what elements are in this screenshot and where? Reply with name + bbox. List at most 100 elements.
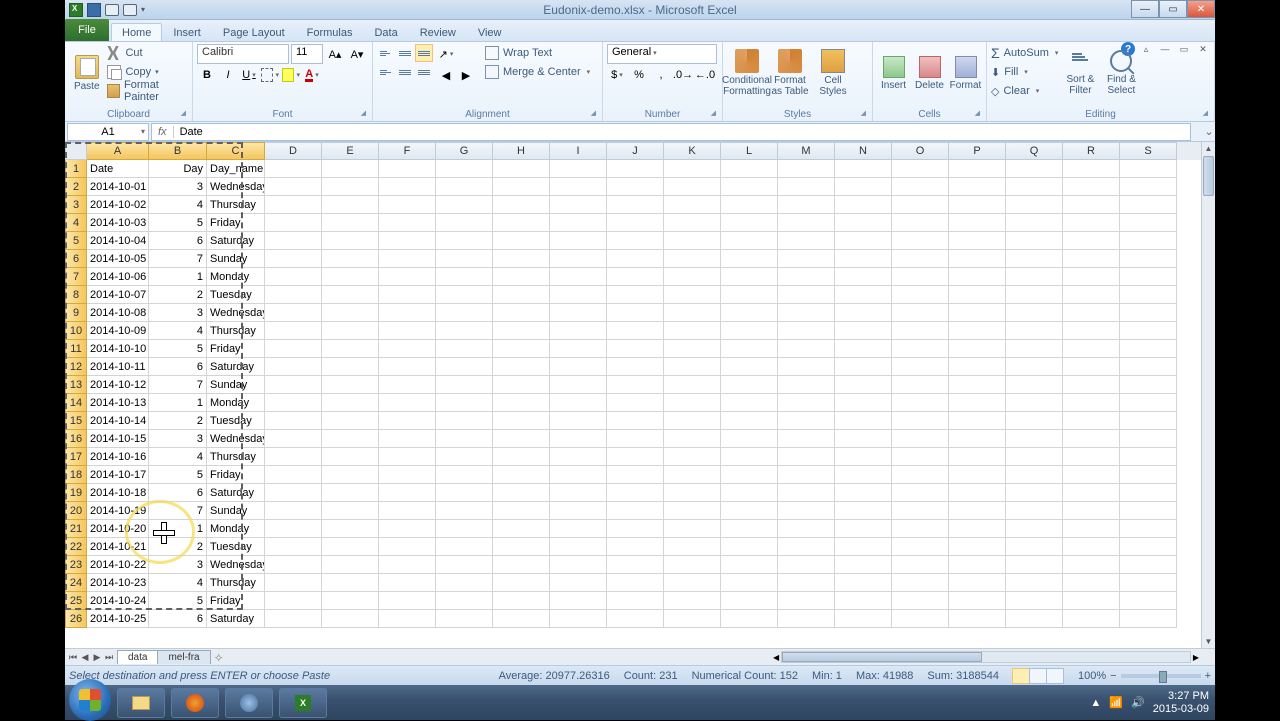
cell-I10[interactable] (550, 322, 607, 340)
cell-K20[interactable] (664, 502, 721, 520)
cell-R11[interactable] (1063, 340, 1120, 358)
cell-G20[interactable] (436, 502, 493, 520)
clear-button[interactable]: ◇Clear (991, 82, 1058, 100)
cell-D21[interactable] (265, 520, 322, 538)
cell-G23[interactable] (436, 556, 493, 574)
cell-D13[interactable] (265, 376, 322, 394)
cell-M14[interactable] (778, 394, 835, 412)
cell-A13[interactable]: 2014-10-12 (87, 376, 149, 394)
row-header-23[interactable]: 23 (65, 556, 87, 574)
cell-Q26[interactable] (1006, 610, 1063, 628)
cell-L21[interactable] (721, 520, 778, 538)
cell-M22[interactable] (778, 538, 835, 556)
cell-K1[interactable] (664, 160, 721, 178)
cell-O9[interactable] (892, 304, 949, 322)
cell-C24[interactable]: Thursday (207, 574, 265, 592)
maximize-button[interactable]: ▭ (1159, 0, 1187, 18)
cell-K26[interactable] (664, 610, 721, 628)
cell-H4[interactable] (493, 214, 550, 232)
cell-N15[interactable] (835, 412, 892, 430)
cell-P23[interactable] (949, 556, 1006, 574)
cell-P17[interactable] (949, 448, 1006, 466)
column-header-R[interactable]: R (1063, 142, 1120, 160)
cell-S26[interactable] (1120, 610, 1177, 628)
row-header-4[interactable]: 4 (65, 214, 87, 232)
cell-Q19[interactable] (1006, 484, 1063, 502)
cell-H25[interactable] (493, 592, 550, 610)
cell-G21[interactable] (436, 520, 493, 538)
align-top-left[interactable] (377, 44, 395, 62)
name-box[interactable]: A1 (67, 123, 149, 141)
cell-J21[interactable] (607, 520, 664, 538)
cell-N5[interactable] (835, 232, 892, 250)
cell-K2[interactable] (664, 178, 721, 196)
cell-R16[interactable] (1063, 430, 1120, 448)
cell-B17[interactable]: 4 (149, 448, 207, 466)
cell-L25[interactable] (721, 592, 778, 610)
cell-J20[interactable] (607, 502, 664, 520)
cell-G25[interactable] (436, 592, 493, 610)
cell-O10[interactable] (892, 322, 949, 340)
cell-S20[interactable] (1120, 502, 1177, 520)
cell-S25[interactable] (1120, 592, 1177, 610)
cell-B25[interactable]: 5 (149, 592, 207, 610)
cell-G18[interactable] (436, 466, 493, 484)
cell-E8[interactable] (322, 286, 379, 304)
align-top-right[interactable] (415, 44, 433, 62)
cell-S16[interactable] (1120, 430, 1177, 448)
cell-I16[interactable] (550, 430, 607, 448)
cell-E7[interactable] (322, 268, 379, 286)
cell-P7[interactable] (949, 268, 1006, 286)
cell-O11[interactable] (892, 340, 949, 358)
align-center[interactable] (396, 63, 414, 81)
cell-S12[interactable] (1120, 358, 1177, 376)
cell-R8[interactable] (1063, 286, 1120, 304)
cell-D4[interactable] (265, 214, 322, 232)
cell-G13[interactable] (436, 376, 493, 394)
sheet-prev-icon[interactable]: ◀ (79, 652, 91, 663)
cell-K24[interactable] (664, 574, 721, 592)
cell-D20[interactable] (265, 502, 322, 520)
cell-M26[interactable] (778, 610, 835, 628)
cell-P15[interactable] (949, 412, 1006, 430)
cell-S2[interactable] (1120, 178, 1177, 196)
cell-E20[interactable] (322, 502, 379, 520)
row-header-12[interactable]: 12 (65, 358, 87, 376)
save-icon[interactable] (87, 3, 101, 17)
zoom-out-button[interactable]: − (1110, 670, 1116, 682)
cell-S19[interactable] (1120, 484, 1177, 502)
cell-D3[interactable] (265, 196, 322, 214)
cell-L14[interactable] (721, 394, 778, 412)
cell-O14[interactable] (892, 394, 949, 412)
cell-N9[interactable] (835, 304, 892, 322)
cell-M3[interactable] (778, 196, 835, 214)
cell-R14[interactable] (1063, 394, 1120, 412)
cell-L18[interactable] (721, 466, 778, 484)
align-top-center[interactable] (396, 44, 414, 62)
tray-flag-icon[interactable]: ▲ (1090, 697, 1101, 709)
formula-bar-expand-icon[interactable]: ⌄ (1203, 125, 1215, 138)
cell-Q8[interactable] (1006, 286, 1063, 304)
cell-K6[interactable] (664, 250, 721, 268)
cell-A23[interactable]: 2014-10-22 (87, 556, 149, 574)
cell-P4[interactable] (949, 214, 1006, 232)
cell-L3[interactable] (721, 196, 778, 214)
cell-K5[interactable] (664, 232, 721, 250)
cell-D17[interactable] (265, 448, 322, 466)
zoom-in-button[interactable]: + (1205, 670, 1211, 682)
cell-A16[interactable]: 2014-10-15 (87, 430, 149, 448)
cell-L12[interactable] (721, 358, 778, 376)
cell-J15[interactable] (607, 412, 664, 430)
cell-E19[interactable] (322, 484, 379, 502)
column-header-L[interactable]: L (721, 142, 778, 160)
cell-H10[interactable] (493, 322, 550, 340)
cell-I13[interactable] (550, 376, 607, 394)
cell-O20[interactable] (892, 502, 949, 520)
cell-K15[interactable] (664, 412, 721, 430)
align-right[interactable] (415, 63, 433, 81)
format-painter-button[interactable]: Format Painter (107, 82, 188, 100)
cell-C26[interactable]: Saturday (207, 610, 265, 628)
cell-Q23[interactable] (1006, 556, 1063, 574)
cell-I24[interactable] (550, 574, 607, 592)
column-header-K[interactable]: K (664, 142, 721, 160)
